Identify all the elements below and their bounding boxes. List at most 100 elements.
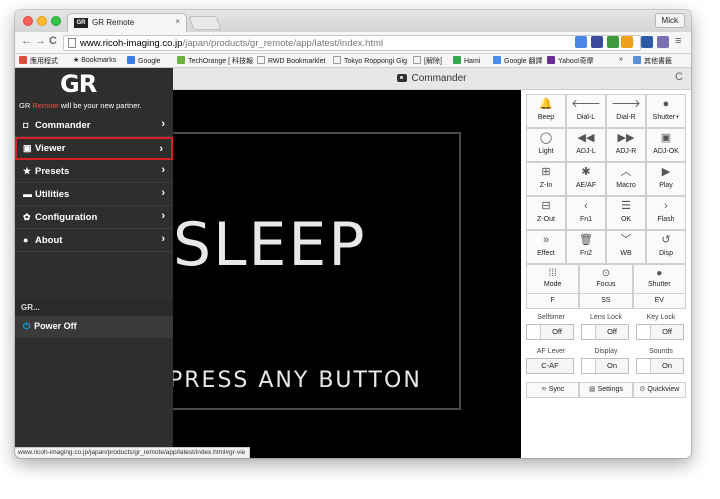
lens-lock-label: Lens Lock bbox=[590, 314, 622, 321]
bookmark-rwd[interactable]: RWD Bookmarklet bbox=[257, 56, 325, 65]
button-label: Z-Out bbox=[537, 216, 555, 223]
adj-l-icon: ◀◀ bbox=[577, 132, 595, 144]
menu-item-viewer[interactable]: ▣ Viewer › bbox=[15, 137, 173, 160]
bookmark-google[interactable]: Google bbox=[127, 56, 161, 65]
bookmark-apps[interactable]: 應用程式 bbox=[19, 56, 58, 66]
button-z-in[interactable]: ⊞ Z-In bbox=[526, 162, 566, 196]
forward-icon[interactable]: → bbox=[35, 35, 46, 47]
sounds-toggle[interactable]: On bbox=[636, 358, 684, 374]
browser-tab[interactable]: GR GR Remote × bbox=[67, 13, 187, 32]
toggle-value: C-AF bbox=[541, 361, 559, 370]
extension-4-icon[interactable] bbox=[621, 36, 633, 48]
button-ev[interactable]: EV bbox=[632, 293, 686, 309]
folder-icon bbox=[633, 56, 641, 64]
af-lever-toggle[interactable]: C-AF bbox=[526, 358, 574, 374]
key-lock-toggle[interactable]: Off bbox=[636, 324, 684, 340]
minimize-window-icon[interactable] bbox=[37, 16, 47, 26]
button-shutter[interactable]: ● Shutter bbox=[632, 264, 686, 296]
button-z-out[interactable]: ⊟ Z-Out bbox=[526, 196, 566, 230]
bookmark-techorange[interactable]: TechOrange [ 科技報 bbox=[177, 56, 253, 66]
button-quickview[interactable]: ⚙ Quickview bbox=[632, 382, 686, 398]
extension-5-icon[interactable] bbox=[657, 36, 669, 48]
button-label: Settings bbox=[597, 386, 623, 393]
disp-icon: ↺ bbox=[661, 234, 671, 246]
button-f[interactable]: F bbox=[526, 293, 580, 309]
button-ss[interactable]: SS bbox=[579, 293, 633, 309]
bookmark-yahoo[interactable]: Yahoo!奇摩 bbox=[547, 56, 594, 66]
bookmark-hami[interactable]: Hami bbox=[453, 56, 480, 65]
button-dial-l[interactable]: 🡐 Dial-L bbox=[566, 94, 606, 128]
mode-icon: ⁞⁞⁞ bbox=[548, 268, 557, 279]
page-icon bbox=[257, 56, 265, 64]
button-effect[interactable]: » Effect bbox=[526, 230, 566, 264]
bookmark-release[interactable]: [解除] bbox=[413, 56, 442, 66]
af-lever-label: AF Lever bbox=[536, 348, 566, 355]
button-beep[interactable]: 🔔 Beep bbox=[526, 94, 566, 128]
zoom-window-icon[interactable] bbox=[51, 16, 61, 26]
button-label: Disp bbox=[658, 250, 673, 257]
back-icon[interactable]: ← bbox=[21, 35, 32, 47]
camera-icon: ◘ bbox=[23, 120, 29, 130]
button-disp[interactable]: ↺ Disp bbox=[646, 230, 686, 264]
extension-1-icon[interactable] bbox=[575, 36, 587, 48]
sounds-label: Sounds bbox=[649, 348, 673, 355]
button-focus[interactable]: ⊙ Focus bbox=[579, 264, 633, 296]
close-window-icon[interactable] bbox=[23, 16, 33, 26]
button-dial-r[interactable]: 🡒 Dial-R bbox=[606, 94, 646, 128]
bookmark-other[interactable]: 其他書籤 bbox=[633, 56, 672, 66]
button-label: ADJ-R bbox=[615, 148, 637, 155]
button-wb[interactable]: ﹀ WB bbox=[606, 230, 646, 264]
bookmarks-overflow[interactable]: » bbox=[619, 56, 623, 63]
bookmark-tokyo[interactable]: Tokyo Roppongi Gig bbox=[333, 56, 407, 65]
menu-item-utilities[interactable]: ▬ Utilities › bbox=[15, 183, 173, 206]
button-ok[interactable]: ☰ OK bbox=[606, 196, 646, 230]
button-flash[interactable]: › Flash bbox=[646, 196, 686, 230]
reload-icon[interactable]: C bbox=[49, 35, 57, 47]
menu-list: ◘ Commander › ▣ Viewer › ★ Presets › ▬ Utilities › ✿… bbox=[15, 114, 173, 252]
display-toggle[interactable]: On bbox=[581, 358, 629, 374]
menu-item-commander[interactable]: ◘ Commander › bbox=[15, 114, 173, 137]
button-sync[interactable]: ≋ Sync bbox=[526, 382, 580, 398]
z-out-icon: ⊟ bbox=[541, 200, 551, 212]
button-adj-ok[interactable]: ▣ ADJ-OK bbox=[646, 128, 686, 162]
settings-icon: ▦ bbox=[589, 386, 598, 393]
toggle-value: On bbox=[606, 361, 617, 370]
gr-favicon-icon: GR bbox=[74, 18, 88, 28]
extension-3-icon[interactable] bbox=[607, 36, 619, 48]
button-settings[interactable]: ▦ Settings bbox=[579, 382, 633, 398]
profile-button[interactable]: Mick bbox=[654, 13, 685, 28]
power-off-button[interactable]: ⏻ Power Off bbox=[15, 316, 173, 338]
button-fn2[interactable]: 🗑 Fn2 bbox=[566, 230, 606, 264]
button-mode[interactable]: ⁞⁞⁞ Mode bbox=[526, 264, 580, 296]
button-light[interactable]: ◯ Light bbox=[526, 128, 566, 162]
refresh-icon[interactable]: C bbox=[675, 71, 683, 83]
button-ae-af[interactable]: ✱ AE/AF bbox=[566, 162, 606, 196]
browser-menu-icon[interactable]: ≡ bbox=[675, 35, 681, 47]
lens-lock-toggle[interactable]: Off bbox=[581, 324, 629, 340]
tab-strip: GR GR Remote × Mick bbox=[15, 10, 691, 32]
bookmark-bookmarks[interactable]: ★ Bookmarks bbox=[73, 56, 116, 64]
button-adj-r[interactable]: ▶▶ ADJ-R bbox=[606, 128, 646, 162]
extension-2-icon[interactable] bbox=[591, 36, 603, 48]
tab-close-icon[interactable]: × bbox=[175, 17, 180, 26]
button-label: Effect bbox=[537, 250, 555, 257]
button-play[interactable]: ▶ Play bbox=[646, 162, 686, 196]
button-fn1[interactable]: ‹ Fn1 bbox=[566, 196, 606, 230]
button-shutter[interactable]: ● Shutter+ bbox=[646, 94, 686, 128]
bookmark-google-translate[interactable]: Google 翻譯 bbox=[493, 56, 543, 66]
button-label: Dial-L bbox=[576, 114, 596, 121]
url-input[interactable]: www.ricoh-imaging.co.jp/japan/products/g… bbox=[63, 35, 641, 51]
new-tab-button[interactable] bbox=[188, 16, 222, 30]
button-macro[interactable]: ︿ Macro bbox=[606, 162, 646, 196]
menu-section-gr: GR... bbox=[15, 300, 173, 316]
menu-item-about[interactable]: ● About › bbox=[15, 229, 173, 252]
menu-item-configuration[interactable]: ✿ Configuration › bbox=[15, 206, 173, 229]
sleep-text: SLEEP bbox=[173, 210, 367, 280]
menu-item-label: Viewer bbox=[35, 143, 66, 154]
menu-item-presets[interactable]: ★ Presets › bbox=[15, 160, 173, 183]
button-adj-l[interactable]: ◀◀ ADJ-L bbox=[566, 128, 606, 162]
ok-icon: ☰ bbox=[621, 200, 631, 212]
facebook-icon[interactable] bbox=[641, 36, 653, 48]
selftimer-toggle[interactable]: Off bbox=[526, 324, 574, 340]
header-title: Commander bbox=[173, 73, 691, 84]
